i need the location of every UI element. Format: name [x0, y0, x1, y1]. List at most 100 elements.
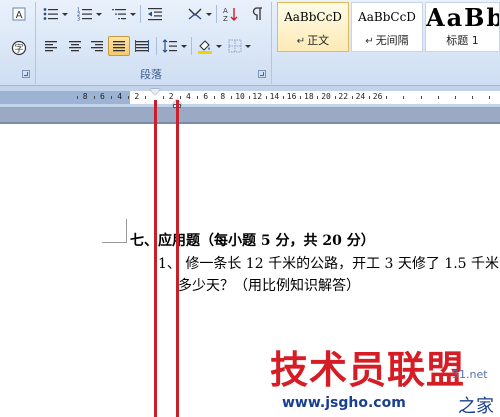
ruler-tick — [403, 96, 405, 99]
numbered-list-icon: 1 2 3 — [77, 8, 92, 22]
ruler-tick — [334, 96, 336, 99]
ruler-tick — [455, 96, 456, 99]
chevron-down-icon — [129, 12, 136, 16]
annotation-line-first-indent — [154, 100, 157, 417]
justify-button[interactable] — [108, 36, 130, 56]
format-a-icon: A — [12, 7, 26, 21]
ruler-tick — [300, 96, 302, 99]
watermark-logo: 技术员联盟 — [270, 348, 466, 392]
ruler-tick — [489, 96, 491, 99]
chevron-down-icon — [215, 44, 222, 48]
numbering-button[interactable]: 1 2 3 — [74, 4, 104, 24]
question-line-1[interactable]: 1、 修一条长 12 千米的公路，开工 3 天修了 1.5 千米， — [158, 255, 500, 273]
ruler-tick — [76, 96, 78, 99]
ruler-tick — [369, 96, 370, 99]
ruler-tick — [248, 96, 250, 99]
font-group-launcher[interactable] — [22, 70, 30, 78]
paragraph-group-launcher[interactable] — [258, 70, 266, 78]
show-marks-button[interactable] — [246, 4, 268, 24]
style-name-text: 正文 — [307, 34, 330, 47]
text-format-button[interactable]: A — [8, 4, 30, 24]
style-name-text: 无间隔 — [375, 34, 409, 47]
chinese-layout-button[interactable] — [184, 4, 214, 24]
question-heading[interactable]: 七、应用题（每小题 5 分，共 20 分） — [130, 232, 375, 250]
justify-icon — [113, 41, 125, 52]
toolbar-separator — [216, 5, 217, 23]
toolbar-separator — [156, 37, 157, 55]
ruler-tick — [93, 96, 95, 99]
multilevel-list-icon — [111, 9, 126, 20]
chinese-layout-icon — [188, 8, 201, 20]
ruler-number: 12 — [252, 92, 263, 101]
ruler-tick — [145, 96, 147, 99]
borders-button[interactable] — [224, 36, 254, 56]
ruler-number: 24 — [355, 92, 366, 101]
chevron-down-icon — [205, 12, 212, 16]
question-line-2[interactable]: 多少天？（用比例知识解答） — [178, 277, 360, 295]
sort-icon: A Z — [223, 7, 238, 22]
margin-corner-mark — [102, 242, 126, 243]
style-sample-text: AaBb — [426, 3, 499, 32]
style-name: ↵ 无间隔 — [352, 32, 422, 48]
circle-symbol-icon: 字 — [11, 40, 27, 56]
decrease-indent-icon — [148, 8, 162, 21]
decrease-indent-button[interactable] — [144, 4, 166, 24]
bullet-list-icon — [43, 8, 58, 20]
sort-button[interactable]: A Z — [220, 4, 242, 24]
ruler-tick — [317, 96, 319, 99]
ruler-number: 22 — [338, 92, 349, 101]
ruler-tick — [351, 96, 353, 99]
svg-text:3: 3 — [77, 17, 80, 22]
ruler-tick — [197, 96, 198, 99]
ruler-tick — [214, 96, 216, 99]
distributed-button[interactable] — [131, 36, 153, 56]
ruler-number: 14 — [269, 92, 280, 101]
ruler-number: 20 — [321, 92, 331, 101]
ruler-number: 4 — [117, 92, 123, 101]
horizontal-ruler[interactable]: 8 6 4 2 2 4 6 8 10 12 14 16 18 20 22 24 26 — [0, 86, 500, 108]
svg-text:A: A — [223, 7, 228, 15]
chevron-down-icon — [180, 44, 187, 48]
margin-corner-mark — [126, 219, 127, 243]
ruler-tick — [283, 96, 284, 99]
style-name: 标题 1 — [426, 32, 499, 48]
ruler-tick — [386, 96, 388, 99]
multilevel-list-button[interactable] — [108, 4, 138, 24]
watermark-corner-text: 之家 — [458, 396, 494, 417]
shading-button[interactable] — [194, 36, 224, 56]
line-spacing-button[interactable] — [159, 36, 189, 56]
align-center-button[interactable] — [64, 36, 86, 56]
ruler-tick — [472, 96, 474, 99]
borders-icon — [228, 39, 241, 53]
ruler-number: 6 — [203, 92, 209, 101]
ruler-tick — [162, 96, 164, 99]
paragraph-mark-icon: ↵ — [365, 36, 374, 47]
style-no-spacing[interactable]: AaBbCcD ↵ 无间隔 — [351, 2, 423, 52]
first-line-indent-marker[interactable] — [150, 89, 160, 95]
align-left-icon — [45, 41, 57, 52]
paragraph-mark-icon: ↵ — [296, 36, 306, 47]
style-normal[interactable]: AaBbCcD ↵ 正文 — [277, 2, 349, 52]
align-left-button[interactable] — [40, 36, 62, 56]
text-effects-button[interactable]: 字 — [8, 38, 30, 58]
style-heading-1[interactable]: AaBb 标题 1 — [425, 2, 500, 52]
ruler-number: 8 — [82, 92, 88, 101]
shading-icon — [197, 40, 212, 54]
bullets-button[interactable] — [40, 4, 70, 24]
style-sample-text: AaBbCcD — [358, 10, 416, 24]
align-center-icon — [69, 41, 81, 52]
svg-text:Z: Z — [223, 15, 228, 22]
chevron-down-icon — [244, 44, 251, 48]
ruler-number: 2 — [134, 92, 140, 101]
annotation-line-hanging-indent — [176, 100, 179, 417]
style-name: ↵ 正文 — [278, 32, 348, 48]
paragraph-group-label: 段落 — [140, 68, 162, 81]
ruler-number: 16 — [286, 92, 297, 101]
align-right-button[interactable] — [86, 36, 108, 56]
ruler-number: 26 — [372, 92, 383, 101]
chevron-down-icon — [61, 12, 68, 16]
ruler-number: 10 — [235, 92, 245, 101]
ruler-tick — [111, 96, 112, 99]
ruler-number: 4 — [186, 92, 191, 101]
toolbar-separator — [140, 5, 141, 23]
